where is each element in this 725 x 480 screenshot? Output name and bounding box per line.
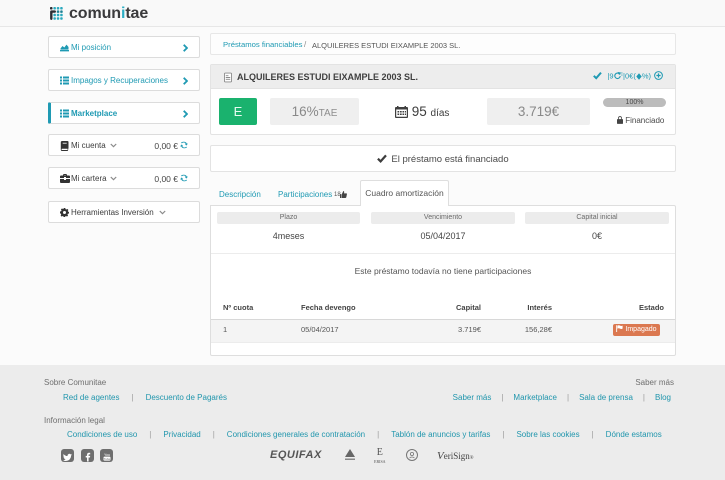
svg-text:Tube: Tube [103,457,110,461]
